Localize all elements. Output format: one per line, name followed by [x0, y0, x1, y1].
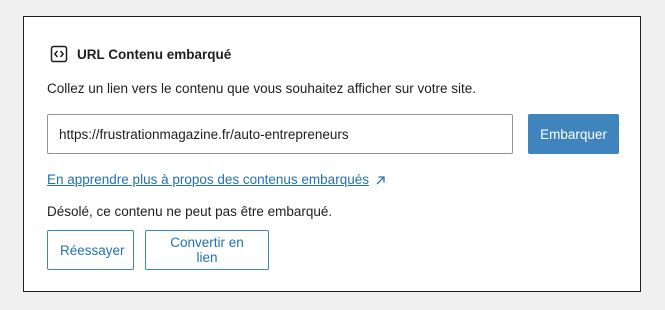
- block-header: URL Contenu embarqué: [50, 45, 231, 63]
- convert-to-link-button[interactable]: Convertir en lien: [145, 230, 269, 270]
- block-title: URL Contenu embarqué: [77, 46, 232, 62]
- error-message: Désolé, ce contenu ne peut pas être emba…: [47, 204, 333, 219]
- embed-block: URL Contenu embarqué Collez un lien vers…: [23, 16, 641, 292]
- embed-code-icon: [50, 45, 68, 63]
- retry-button[interactable]: Réessayer: [47, 230, 134, 270]
- url-input[interactable]: [47, 114, 513, 154]
- external-link-icon: [375, 174, 386, 185]
- learn-more-label: En apprendre plus à propos des contenus …: [47, 172, 369, 187]
- embed-button[interactable]: Embarquer: [528, 114, 619, 154]
- learn-more-link[interactable]: En apprendre plus à propos des contenus …: [47, 172, 386, 187]
- instructions-text: Collez un lien vers le contenu que vous …: [47, 81, 476, 96]
